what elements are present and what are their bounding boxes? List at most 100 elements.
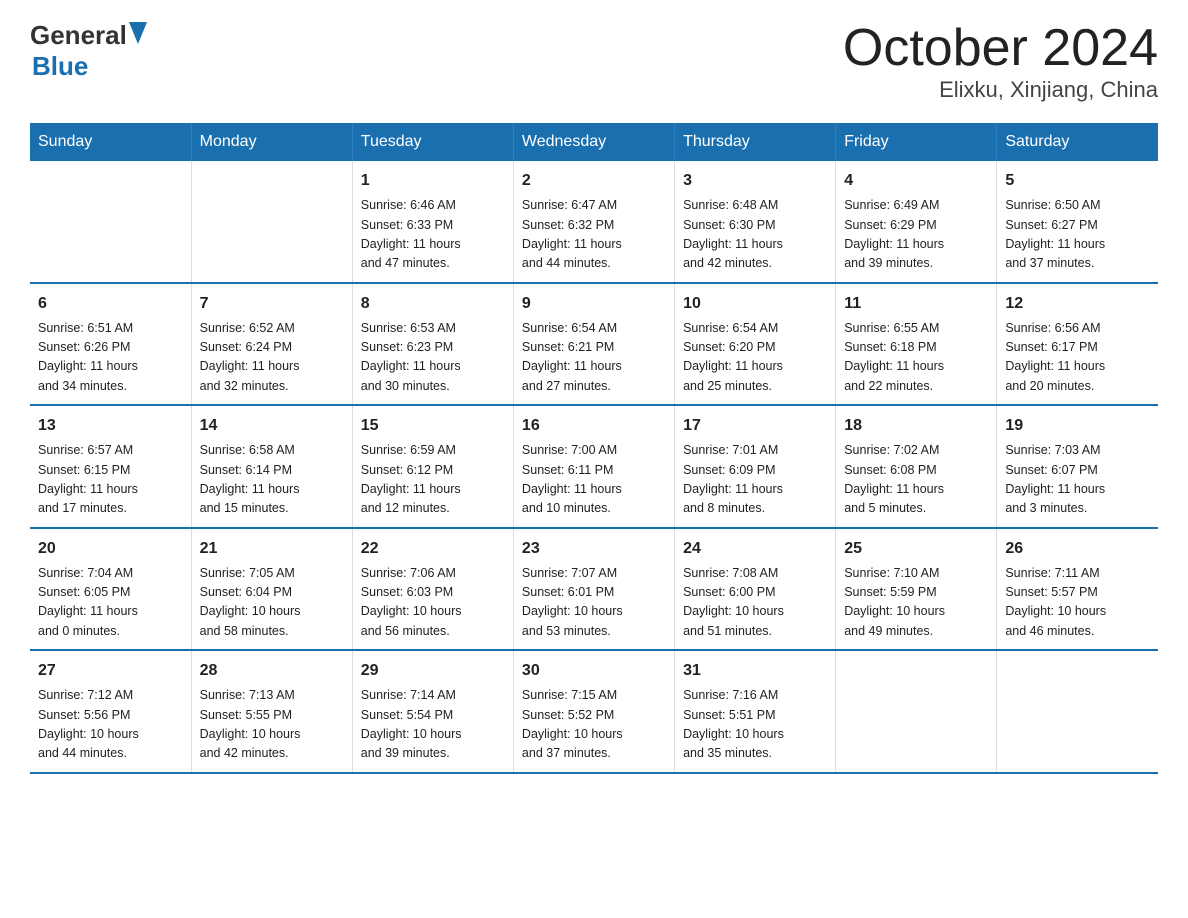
day-number: 15	[361, 414, 505, 438]
day-number: 7	[200, 292, 344, 316]
day-info: Sunrise: 7:07 AMSunset: 6:01 PMDaylight:…	[522, 564, 666, 642]
day-number: 29	[361, 659, 505, 683]
day-info: Sunrise: 7:06 AMSunset: 6:03 PMDaylight:…	[361, 564, 505, 642]
day-info: Sunrise: 6:48 AMSunset: 6:30 PMDaylight:…	[683, 196, 827, 274]
header-monday: Monday	[191, 123, 352, 161]
day-info: Sunrise: 6:50 AMSunset: 6:27 PMDaylight:…	[1005, 196, 1150, 274]
table-row: 2Sunrise: 6:47 AMSunset: 6:32 PMDaylight…	[513, 161, 674, 283]
table-row: 9 Sunrise: 6:54 AMSunset: 6:21 PMDaylight…	[513, 283, 674, 406]
day-number: 4	[844, 169, 988, 193]
table-row: 23 Sunrise: 7:07 AMSunset: 6:01 PMDayligh…	[513, 528, 674, 651]
day-number: 31	[683, 659, 827, 683]
day-info: Sunrise: 6:54 AMSunset: 6:21 PMDaylight:…	[522, 319, 666, 397]
table-row: 29Sunrise: 7:14 AMSunset: 5:54 PMDayligh…	[352, 650, 513, 773]
day-number: 9	[522, 292, 666, 316]
day-number: 1	[361, 169, 505, 193]
table-row: 31 Sunrise: 7:16 AMSunset: 5:51 PMDayligh…	[675, 650, 836, 773]
day-info: Sunrise: 7:03 AMSunset: 6:07 PMDaylight:…	[1005, 441, 1150, 519]
calendar-week-row: 20 Sunrise: 7:04 AMSunset: 6:05 PMDayligh…	[30, 528, 1158, 651]
table-row: 1 Sunrise: 6:46 AMSunset: 6:33 PMDaylight…	[352, 161, 513, 283]
day-info: Sunrise: 6:58 AMSunset: 6:14 PMDaylight:…	[200, 441, 344, 519]
day-number: 13	[38, 414, 183, 438]
day-info: Sunrise: 7:12 AMSunset: 5:56 PMDaylight:…	[38, 686, 183, 764]
logo-arrow-icon	[129, 22, 147, 49]
day-info: Sunrise: 6:46 AMSunset: 6:33 PMDaylight:…	[361, 196, 505, 274]
day-number: 24	[683, 537, 827, 561]
table-row: 4 Sunrise: 6:49 AMSunset: 6:29 PMDaylight…	[836, 161, 997, 283]
header-saturday: Saturday	[997, 123, 1158, 161]
table-row: 3Sunrise: 6:48 AMSunset: 6:30 PMDaylight…	[675, 161, 836, 283]
table-row: 26 Sunrise: 7:11 AMSunset: 5:57 PMDayligh…	[997, 528, 1158, 651]
day-info: Sunrise: 7:10 AMSunset: 5:59 PMDaylight:…	[844, 564, 988, 642]
title-block: October 2024 Elixku, Xinjiang, China	[843, 20, 1158, 103]
table-row: 30 Sunrise: 7:15 AMSunset: 5:52 PMDayligh…	[513, 650, 674, 773]
table-row: 10Sunrise: 6:54 AMSunset: 6:20 PMDayligh…	[675, 283, 836, 406]
day-number: 17	[683, 414, 827, 438]
day-number: 26	[1005, 537, 1150, 561]
day-info: Sunrise: 7:08 AMSunset: 6:00 PMDaylight:…	[683, 564, 827, 642]
table-row: 11Sunrise: 6:55 AMSunset: 6:18 PMDayligh…	[836, 283, 997, 406]
table-row: 16 Sunrise: 7:00 AMSunset: 6:11 PMDayligh…	[513, 405, 674, 528]
page-title: October 2024	[843, 20, 1158, 77]
calendar-week-row: 13 Sunrise: 6:57 AMSunset: 6:15 PMDayligh…	[30, 405, 1158, 528]
day-number: 16	[522, 414, 666, 438]
day-info: Sunrise: 6:49 AMSunset: 6:29 PMDaylight:…	[844, 196, 988, 274]
day-number: 11	[844, 292, 988, 316]
table-row: 22 Sunrise: 7:06 AMSunset: 6:03 PMDayligh…	[352, 528, 513, 651]
table-row: 8Sunrise: 6:53 AMSunset: 6:23 PMDaylight…	[352, 283, 513, 406]
day-number: 20	[38, 537, 183, 561]
day-info: Sunrise: 7:11 AMSunset: 5:57 PMDaylight:…	[1005, 564, 1150, 642]
header-tuesday: Tuesday	[352, 123, 513, 161]
page-subtitle: Elixku, Xinjiang, China	[843, 77, 1158, 103]
table-row: 6 Sunrise: 6:51 AMSunset: 6:26 PMDaylight…	[30, 283, 191, 406]
day-info: Sunrise: 6:56 AMSunset: 6:17 PMDaylight:…	[1005, 319, 1150, 397]
day-number: 25	[844, 537, 988, 561]
table-row: 27Sunrise: 7:12 AMSunset: 5:56 PMDayligh…	[30, 650, 191, 773]
table-row: 13 Sunrise: 6:57 AMSunset: 6:15 PMDayligh…	[30, 405, 191, 528]
day-info: Sunrise: 6:51 AMSunset: 6:26 PMDaylight:…	[38, 319, 183, 397]
day-info: Sunrise: 7:00 AMSunset: 6:11 PMDaylight:…	[522, 441, 666, 519]
table-row: 15Sunrise: 6:59 AMSunset: 6:12 PMDayligh…	[352, 405, 513, 528]
table-row: 19 Sunrise: 7:03 AMSunset: 6:07 PMDayligh…	[997, 405, 1158, 528]
day-number: 22	[361, 537, 505, 561]
day-number: 28	[200, 659, 344, 683]
day-info: Sunrise: 6:47 AMSunset: 6:32 PMDaylight:…	[522, 196, 666, 274]
day-number: 30	[522, 659, 666, 683]
header-sunday: Sunday	[30, 123, 191, 161]
day-info: Sunrise: 7:15 AMSunset: 5:52 PMDaylight:…	[522, 686, 666, 764]
table-row	[191, 161, 352, 283]
day-info: Sunrise: 6:53 AMSunset: 6:23 PMDaylight:…	[361, 319, 505, 397]
calendar-week-row: 27Sunrise: 7:12 AMSunset: 5:56 PMDayligh…	[30, 650, 1158, 773]
table-row: 5 Sunrise: 6:50 AMSunset: 6:27 PMDaylight…	[997, 161, 1158, 283]
day-number: 12	[1005, 292, 1150, 316]
logo-blue-text: Blue	[32, 51, 88, 81]
calendar-week-row: 6 Sunrise: 6:51 AMSunset: 6:26 PMDaylight…	[30, 283, 1158, 406]
table-row: 20 Sunrise: 7:04 AMSunset: 6:05 PMDayligh…	[30, 528, 191, 651]
day-number: 6	[38, 292, 183, 316]
table-row: 17 Sunrise: 7:01 AMSunset: 6:09 PMDayligh…	[675, 405, 836, 528]
day-number: 14	[200, 414, 344, 438]
calendar-week-row: 1 Sunrise: 6:46 AMSunset: 6:33 PMDaylight…	[30, 161, 1158, 283]
table-row	[997, 650, 1158, 773]
day-number: 19	[1005, 414, 1150, 438]
day-info: Sunrise: 7:16 AMSunset: 5:51 PMDaylight:…	[683, 686, 827, 764]
day-number: 10	[683, 292, 827, 316]
day-number: 21	[200, 537, 344, 561]
day-number: 23	[522, 537, 666, 561]
calendar-header-row: Sunday Monday Tuesday Wednesday Thursday…	[30, 123, 1158, 161]
header-friday: Friday	[836, 123, 997, 161]
day-info: Sunrise: 7:05 AMSunset: 6:04 PMDaylight:…	[200, 564, 344, 642]
table-row	[836, 650, 997, 773]
table-row: 24 Sunrise: 7:08 AMSunset: 6:00 PMDayligh…	[675, 528, 836, 651]
day-info: Sunrise: 6:57 AMSunset: 6:15 PMDaylight:…	[38, 441, 183, 519]
day-number: 5	[1005, 169, 1150, 193]
day-number: 18	[844, 414, 988, 438]
table-row: 12 Sunrise: 6:56 AMSunset: 6:17 PMDayligh…	[997, 283, 1158, 406]
logo-general-text: General	[30, 20, 127, 51]
day-info: Sunrise: 7:13 AMSunset: 5:55 PMDaylight:…	[200, 686, 344, 764]
table-row: 21 Sunrise: 7:05 AMSunset: 6:04 PMDayligh…	[191, 528, 352, 651]
day-info: Sunrise: 7:01 AMSunset: 6:09 PMDaylight:…	[683, 441, 827, 519]
day-info: Sunrise: 7:04 AMSunset: 6:05 PMDaylight:…	[38, 564, 183, 642]
page-header: General Blue October 2024 Elixku, Xinjia…	[30, 20, 1158, 103]
logo: General Blue	[30, 20, 147, 82]
